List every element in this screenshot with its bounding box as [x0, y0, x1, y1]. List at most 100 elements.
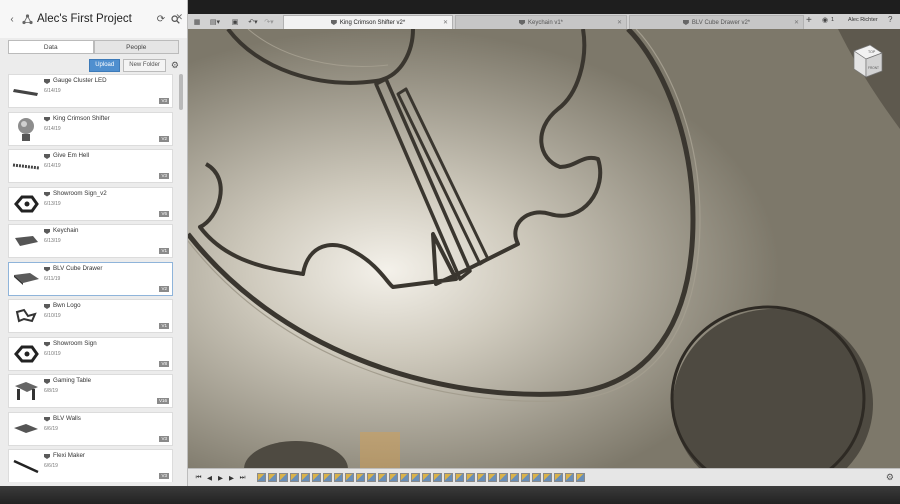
timeline-feature-icon[interactable]: [400, 473, 409, 482]
item-name: BLV Walls: [53, 414, 81, 422]
design-icon: [44, 191, 50, 197]
close-icon[interactable]: ✕: [443, 19, 448, 26]
timeline-feature-icon[interactable]: [499, 473, 508, 482]
timeline-feature-icon[interactable]: [257, 473, 266, 482]
tab-blv-cube-drawer[interactable]: BLV Cube Drawer v2* ✕: [629, 15, 804, 29]
tab-king-crimson-shifter[interactable]: King Crimson Shifter v2* ✕: [283, 15, 453, 29]
item-name: Showroom Sign_v2: [53, 189, 107, 197]
step-back-icon[interactable]: ◀: [205, 472, 214, 484]
list-item[interactable]: Gaming Table 6/8/19 V16: [8, 374, 173, 408]
list-item[interactable]: Give Em Hell 6/14/19 V3: [8, 149, 173, 183]
new-folder-button[interactable]: New Folder: [123, 58, 166, 72]
help-icon[interactable]: ?: [888, 15, 892, 24]
design-icon: [44, 379, 50, 384]
redo-icon[interactable]: ↷▾: [263, 16, 275, 28]
chevron-left-icon[interactable]: ‹: [6, 13, 18, 25]
timeline-feature-icon[interactable]: [422, 473, 431, 482]
tab-people[interactable]: People: [93, 40, 179, 54]
tab-data[interactable]: Data: [8, 40, 94, 54]
view-cube[interactable]: TOP FRONT: [846, 41, 886, 83]
version-badge[interactable]: V3: [159, 173, 169, 179]
list-item[interactable]: Gauge Cluster LED 6/14/19 V3: [8, 74, 173, 108]
timeline-feature-icon[interactable]: [323, 473, 332, 482]
file-icon[interactable]: ▤▾: [209, 16, 221, 28]
timeline-feature-icon[interactable]: [510, 473, 519, 482]
item-date: 6/6/19: [44, 463, 58, 469]
timeline-feature-icon[interactable]: [279, 473, 288, 482]
list-item[interactable]: Flexi Maker 6/6/19 V3: [8, 449, 173, 482]
timeline-feature-icon[interactable]: [389, 473, 398, 482]
timeline-feature-icon[interactable]: [554, 473, 563, 482]
grid-icon[interactable]: ▦: [191, 16, 203, 28]
design-thumbnail: [11, 152, 41, 180]
timeline-feature-icon[interactable]: [576, 473, 585, 482]
timeline-feature-icon[interactable]: [378, 473, 387, 482]
upload-button[interactable]: Upload: [89, 58, 121, 72]
timeline-feature-icon[interactable]: [367, 473, 376, 482]
user-name[interactable]: Alec Richter: [848, 17, 878, 23]
model-view[interactable]: [188, 29, 900, 468]
close-icon[interactable]: ✕: [175, 12, 183, 23]
design-icon: [44, 454, 50, 459]
version-badge[interactable]: V3: [159, 473, 169, 479]
close-icon[interactable]: ✕: [617, 19, 622, 26]
timeline-feature-icon[interactable]: [433, 473, 442, 482]
panel-actions: Upload New Folder ⚙: [8, 58, 179, 72]
refresh-icon[interactable]: ⟳: [155, 13, 167, 25]
file-list-scrollbar[interactable]: [179, 74, 183, 110]
design-icon: [44, 341, 50, 347]
version-badge[interactable]: V16: [156, 398, 169, 404]
timeline-feature-icon[interactable]: [455, 473, 464, 482]
timeline-feature-icon[interactable]: [356, 473, 365, 482]
timeline-feature-icon[interactable]: [565, 473, 574, 482]
list-item[interactable]: BLV Walls 6/6/19 V3: [8, 411, 173, 446]
version-badge[interactable]: V8: [159, 360, 169, 367]
save-icon[interactable]: ▣: [229, 16, 241, 28]
design-canvas[interactable]: TOP FRONT: [188, 29, 900, 468]
timeline-feature-icon[interactable]: [466, 473, 475, 482]
timeline-feature-icon[interactable]: [444, 473, 453, 482]
version-badge[interactable]: V3: [159, 435, 169, 442]
tab-keychain[interactable]: Keychain v1* ✕: [455, 15, 627, 29]
timeline-feature-icon[interactable]: [411, 473, 420, 482]
timeline-feature-icon[interactable]: [345, 473, 354, 482]
timeline-feature-icon[interactable]: [290, 473, 299, 482]
timeline-feature-icon[interactable]: [268, 473, 277, 482]
version-badge[interactable]: V2: [159, 285, 169, 292]
timeline-feature-icon[interactable]: [532, 473, 541, 482]
gear-icon[interactable]: ⚙: [886, 472, 894, 483]
version-badge[interactable]: V1: [159, 248, 169, 254]
version-badge[interactable]: V2: [159, 135, 169, 142]
undo-icon[interactable]: ↶▾: [247, 16, 259, 28]
version-badge[interactable]: V6: [159, 210, 169, 217]
version-badge[interactable]: V3: [159, 98, 169, 104]
go-to-start-icon[interactable]: ⏮: [194, 472, 203, 484]
play-icon[interactable]: ▶: [216, 472, 225, 484]
list-item[interactable]: Showroom Sign 6/10/19 V8: [8, 336, 173, 371]
timeline-feature-icon[interactable]: [301, 473, 310, 482]
timeline-feature-icon[interactable]: [312, 473, 321, 482]
list-item[interactable]: Keychain 6/13/19 V1: [8, 224, 173, 258]
timeline-feature-icon[interactable]: [488, 473, 497, 482]
close-icon[interactable]: ✕: [794, 19, 799, 26]
item-date: 6/10/19: [44, 313, 61, 319]
file-list: Gauge Cluster LED 6/14/19 V3 King Crimson S…: [8, 74, 173, 482]
jobs-icon[interactable]: ◉: [822, 16, 828, 24]
version-badge[interactable]: V1: [159, 323, 169, 329]
list-item[interactable]: BLV Cube Drawer 6/11/19 V2: [8, 261, 173, 296]
list-item[interactable]: Bwn Logo 6/10/19 V1: [8, 299, 173, 333]
data-panel: ‹ Alec's First Project ⟳ ✕ Data People U…: [0, 0, 188, 486]
design-icon: [44, 116, 50, 122]
timeline-feature-icon[interactable]: [543, 473, 552, 482]
list-item[interactable]: Showroom Sign_v2 6/13/19 V6: [8, 186, 173, 221]
go-to-end-icon[interactable]: ⏭: [238, 472, 247, 484]
list-item[interactable]: King Crimson Shifter 6/14/19 V2: [8, 111, 173, 146]
gear-icon[interactable]: ⚙: [171, 60, 179, 71]
design-thumbnail: [11, 265, 41, 293]
timeline-feature-icon[interactable]: [477, 473, 486, 482]
timeline-feature-icon[interactable]: [334, 473, 343, 482]
step-forward-icon[interactable]: ▶: [227, 472, 236, 484]
plus-icon[interactable]: +: [806, 15, 812, 26]
bottom-strip: [0, 486, 900, 504]
timeline-feature-icon[interactable]: [521, 473, 530, 482]
